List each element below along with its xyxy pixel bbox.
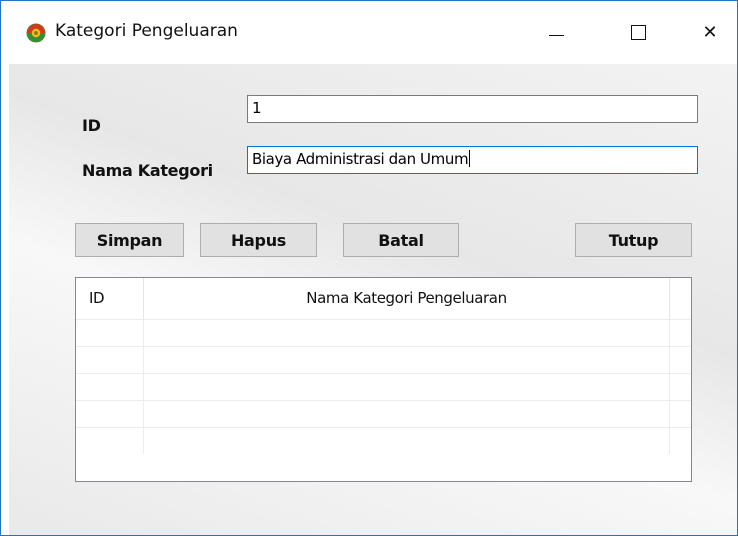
title-bar[interactable]: Kategori Pengeluaran ✕ (1, 1, 737, 64)
nama-kategori-input-value: Biaya Administrasi dan Umum (252, 150, 469, 168)
cell-nama[interactable] (144, 401, 670, 427)
table-row[interactable] (76, 346, 691, 373)
app-logo-icon (26, 23, 46, 43)
cell-id[interactable] (76, 347, 144, 373)
cell-id[interactable] (76, 320, 144, 346)
close-icon: ✕ (702, 21, 718, 43)
hapus-button[interactable]: Hapus (200, 223, 317, 257)
batal-button[interactable]: Batal (343, 223, 459, 257)
kategori-data-grid[interactable]: ID Nama Kategori Pengeluaran (75, 277, 692, 482)
cell-nama[interactable] (144, 347, 670, 373)
app-window: Kategori Pengeluaran ✕ ID 1 Nama Kategor… (0, 0, 738, 536)
cell-nama[interactable] (144, 320, 670, 346)
minimize-button[interactable] (536, 15, 576, 49)
maximize-icon (630, 24, 646, 40)
simpan-button[interactable]: Simpan (75, 223, 184, 257)
id-input-value: 1 (252, 99, 262, 117)
table-row[interactable] (76, 400, 691, 427)
table-row[interactable] (76, 319, 691, 346)
tutup-button[interactable]: Tutup (575, 223, 692, 257)
id-input[interactable]: 1 (247, 95, 698, 123)
column-header-id[interactable]: ID (76, 278, 144, 319)
nama-kategori-input[interactable]: Biaya Administrasi dan Umum (247, 146, 698, 174)
cell-id[interactable] (76, 401, 144, 427)
id-label: ID (82, 116, 101, 135)
window-title: Kategori Pengeluaran (55, 21, 238, 41)
minimize-icon (548, 34, 564, 36)
nama-kategori-label: Nama Kategori (82, 161, 213, 180)
table-row[interactable] (76, 427, 691, 454)
cell-nama[interactable] (144, 374, 670, 400)
grid-header: ID Nama Kategori Pengeluaran (76, 278, 691, 319)
column-header-nama-kategori[interactable]: Nama Kategori Pengeluaran (144, 278, 670, 319)
cell-nama[interactable] (144, 428, 670, 454)
maximize-button[interactable] (618, 15, 658, 49)
cell-id[interactable] (76, 374, 144, 400)
table-row[interactable] (76, 373, 691, 400)
text-caret (469, 150, 471, 167)
close-button[interactable]: ✕ (690, 15, 730, 49)
cell-id[interactable] (76, 428, 144, 454)
form-client-area: ID 1 Nama Kategori Biaya Administrasi da… (9, 64, 737, 535)
